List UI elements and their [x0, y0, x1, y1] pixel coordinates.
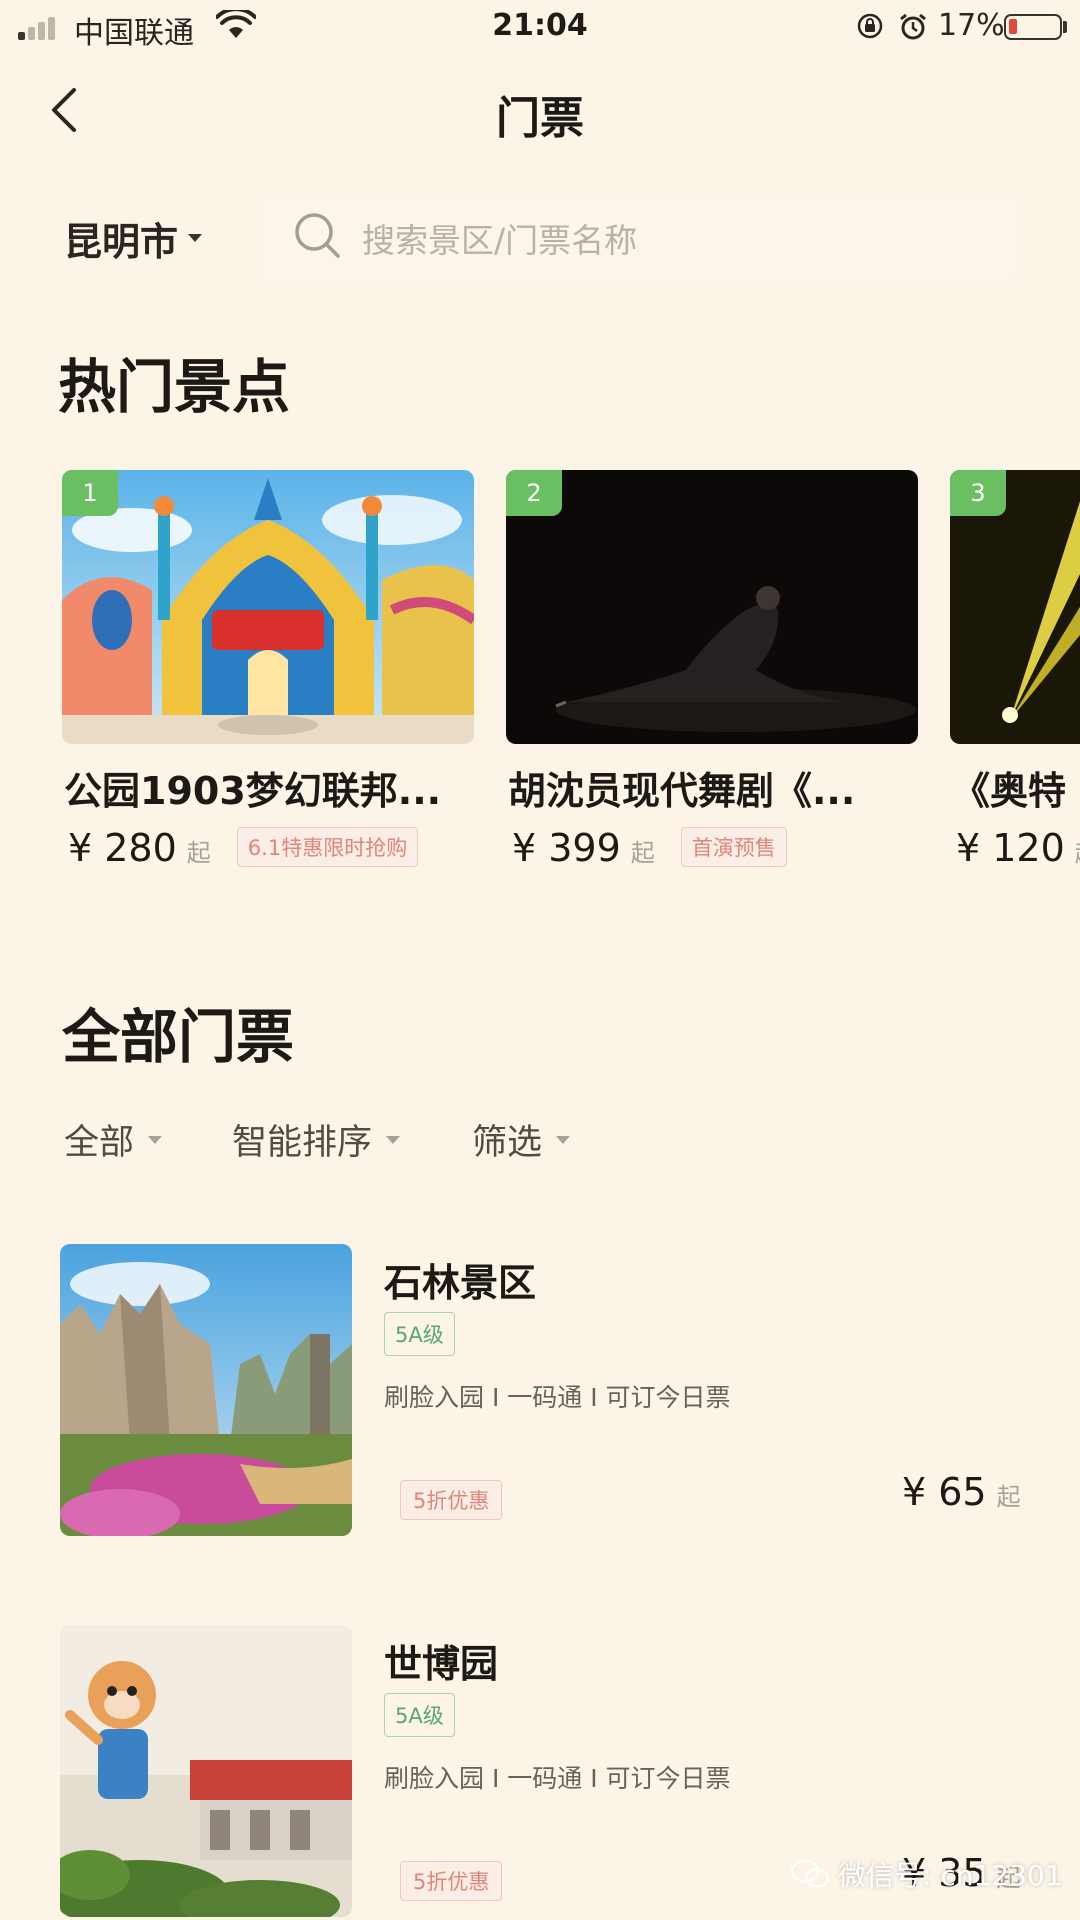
all-tickets-heading: 全部门票 — [62, 1003, 295, 1071]
price-row: ¥ 120 起 — [956, 826, 1080, 870]
price-suffix: 起 — [186, 839, 211, 867]
ticket-features: 刷脸入园 I 一码通 I 可订今日票 — [384, 1383, 731, 1412]
promo-tag: 6.1特惠限时抢购 — [236, 827, 419, 867]
price: ¥ 120 — [956, 826, 1065, 870]
rank-badge: 2 — [506, 470, 562, 516]
rotation-lock-icon — [856, 12, 884, 40]
rank-badge: 3 — [950, 470, 1006, 516]
ticket-title: 世博园 — [384, 1642, 499, 1686]
ticket-image — [60, 1244, 352, 1536]
attraction-image — [62, 470, 474, 744]
level-badge: 5A级 — [384, 1312, 455, 1356]
battery-percent: 17% — [938, 8, 1005, 43]
price-suffix: 起 — [996, 1483, 1021, 1511]
filter-label: 智能排序 — [232, 1123, 373, 1163]
filter-sort[interactable]: 智能排序 — [232, 1114, 401, 1165]
level-badge: 5A级 — [384, 1693, 455, 1737]
search-icon — [292, 210, 344, 262]
price-row: ¥ 399 起 首演预售 — [512, 826, 787, 873]
hot-card[interactable]: 3 《奥特 ¥ 120 起 — [950, 470, 1080, 870]
price: ¥ 399 — [512, 826, 621, 870]
ticket-item[interactable]: 石林景区 5A级 刷脸入园 I 一码通 I 可订今日票 5折优惠 ¥ 65 起 — [60, 1244, 1040, 1544]
attraction-image — [506, 470, 918, 744]
promo-tag: 首演预售 — [680, 827, 787, 867]
rank-badge: 1 — [62, 470, 118, 516]
price-row: ¥ 65 起 — [902, 1470, 1021, 1514]
wechat-icon — [790, 1859, 830, 1888]
hot-card[interactable]: 2 胡沈员现代舞剧《... ¥ 399 起 首演预售 — [506, 470, 918, 870]
filter-label: 全部 — [64, 1123, 135, 1163]
battery-icon — [1004, 14, 1062, 40]
alarm-icon — [898, 12, 928, 42]
city-selector[interactable]: 昆明市 — [64, 210, 203, 266]
price: ¥ 65 — [902, 1470, 987, 1514]
filter-screen[interactable]: 筛选 — [472, 1114, 571, 1165]
hot-card-title: 公园1903梦幻联邦... — [64, 769, 442, 813]
filter-label: 筛选 — [472, 1123, 543, 1163]
watermark: 微信号: cn12301 — [790, 1854, 1063, 1894]
discount-tag: 5折优惠 — [400, 1480, 503, 1520]
chevron-down-icon — [386, 1135, 401, 1144]
price-row: ¥ 280 起 6.1特惠限时抢购 — [68, 826, 419, 873]
price: ¥ 280 — [68, 826, 177, 870]
hot-card-title: 《奥特 — [952, 769, 1067, 813]
hot-section-heading: 热门景点 — [58, 353, 291, 421]
page-title: 门票 — [496, 93, 584, 144]
city-label: 昆明市 — [64, 219, 179, 264]
watermark-text: 微信号: cn12301 — [838, 1859, 1063, 1892]
chevron-down-icon — [148, 1135, 163, 1144]
discount-tag: 5折优惠 — [400, 1861, 503, 1901]
price-suffix: 起 — [1075, 833, 1080, 868]
ticket-title: 石林景区 — [384, 1261, 537, 1305]
price-suffix: 起 — [630, 839, 655, 867]
ticket-features: 刷脸入园 I 一码通 I 可订今日票 — [384, 1764, 731, 1793]
hot-card-title: 胡沈员现代舞剧《... — [508, 769, 856, 813]
chevron-down-icon — [556, 1135, 571, 1144]
ticket-image — [60, 1625, 352, 1917]
hot-card[interactable]: 1 公园1903梦幻联邦... ¥ 280 起 6.1特惠限时抢购 — [62, 470, 474, 870]
search-placeholder: 搜索景区/门票名称 — [362, 221, 638, 260]
battery-tip — [1063, 21, 1067, 33]
chevron-down-icon — [188, 234, 203, 242]
filter-category[interactable]: 全部 — [64, 1114, 163, 1165]
